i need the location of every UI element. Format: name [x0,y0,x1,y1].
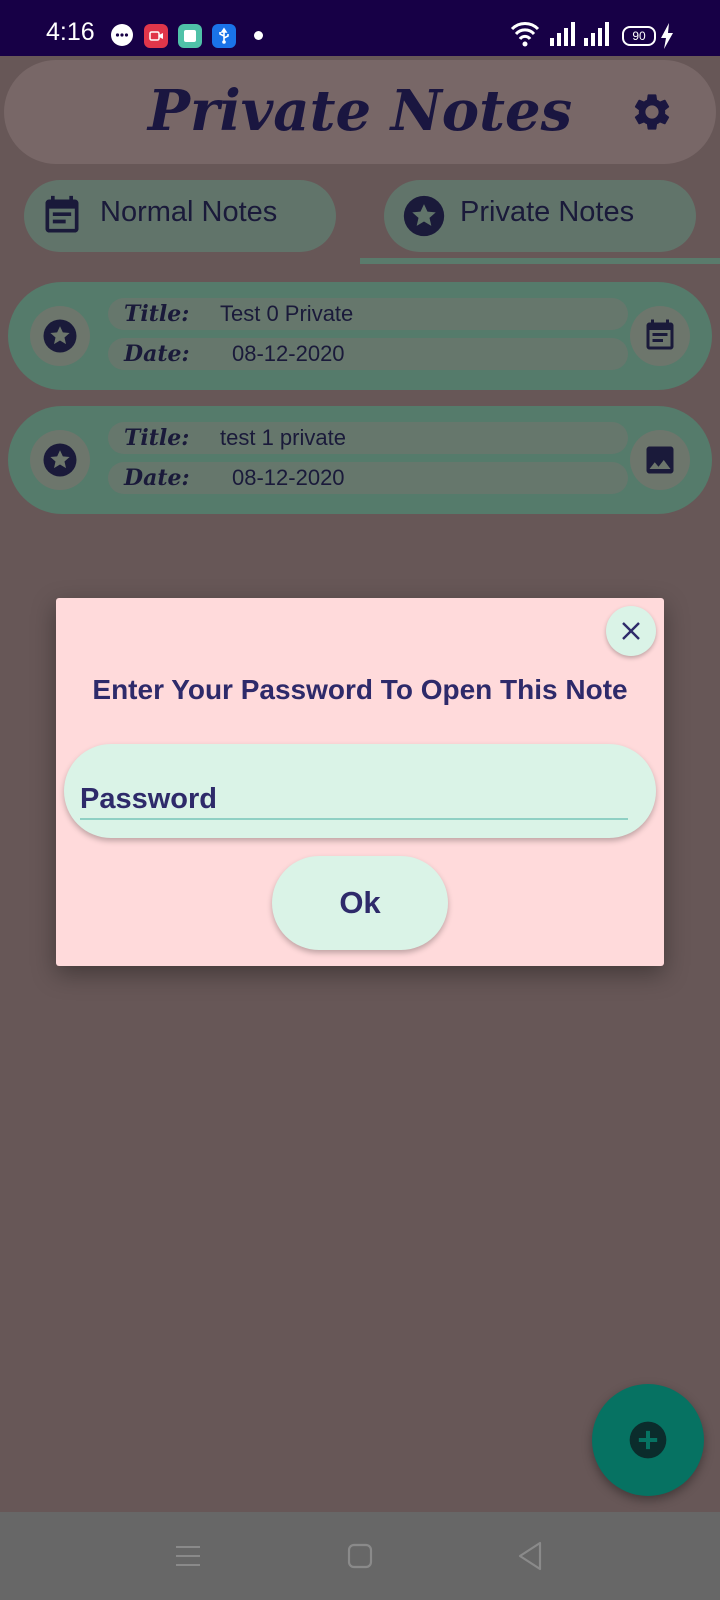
add-note-button[interactable] [592,1384,704,1496]
note-date: 08-12-2020 [232,341,345,366]
date-label: Date: [124,465,190,491]
image-icon [646,446,674,474]
signal-icon [550,22,575,46]
status-bar: 4:16 90 [0,0,720,56]
clock: 4:16 [46,18,95,46]
note-date-field: Date: 08-12-2020 [108,338,628,370]
dot-icon [254,31,263,40]
home-icon[interactable] [338,1534,382,1578]
settings-button[interactable] [630,90,674,134]
gear-icon [634,94,670,130]
calendar-note-icon [45,195,79,233]
note-title: test 1 private [220,425,346,450]
ok-button[interactable]: Ok [272,856,448,950]
app-bar: Private Notes [4,60,716,164]
star-icon [403,195,445,237]
battery-icon: 90 [622,26,656,46]
note-title-field: Title: test 1 private [108,422,628,454]
signal-icon [584,22,609,46]
app-icon [178,24,202,48]
close-button[interactable] [606,606,656,656]
note-star-badge [30,306,90,366]
dialog-title: Enter Your Password To Open This Note [92,674,628,705]
title-label: Title: [124,301,190,327]
note-title: Test 0 Private [220,301,354,326]
system-navigation-bar [0,1512,720,1600]
note-icon [646,319,674,350]
note-title-field: Title: Test 0 Private [108,298,628,330]
note-card[interactable]: Title: test 1 private Date: 08-12-2020 [8,406,712,514]
menu-icon[interactable] [166,1534,210,1578]
note-type-badge [630,306,690,366]
screen-record-icon [144,24,168,48]
battery-level: 90 [632,29,646,43]
add-icon [629,1421,667,1459]
note-date: 08-12-2020 [232,465,345,490]
password-field-container [64,744,656,838]
wifi-icon [510,22,540,47]
close-icon [622,622,640,640]
charging-icon [661,23,673,49]
tab-indicator [360,258,720,264]
note-star-badge [30,430,90,490]
note-card[interactable]: Title: Test 0 Private Date: 08-12-2020 [8,282,712,390]
note-date-field: Date: 08-12-2020 [108,462,628,494]
note-type-badge [630,430,690,490]
star-icon [43,319,77,353]
chat-bubble-icon [110,23,134,47]
password-dialog: Enter Your Password To Open This Note Ok [56,598,664,966]
star-icon [43,443,77,477]
tab-normal-notes[interactable]: Normal Notes [24,180,336,252]
page-title: Private Notes [147,78,573,144]
password-input[interactable] [80,780,628,820]
usb-icon [212,24,236,48]
back-icon[interactable] [508,1534,552,1578]
tab-private-notes[interactable]: Private Notes [384,180,696,252]
title-label: Title: [124,425,190,451]
tab-label: Normal Notes [100,196,278,228]
date-label: Date: [124,341,190,367]
tab-label: Private Notes [460,196,635,228]
